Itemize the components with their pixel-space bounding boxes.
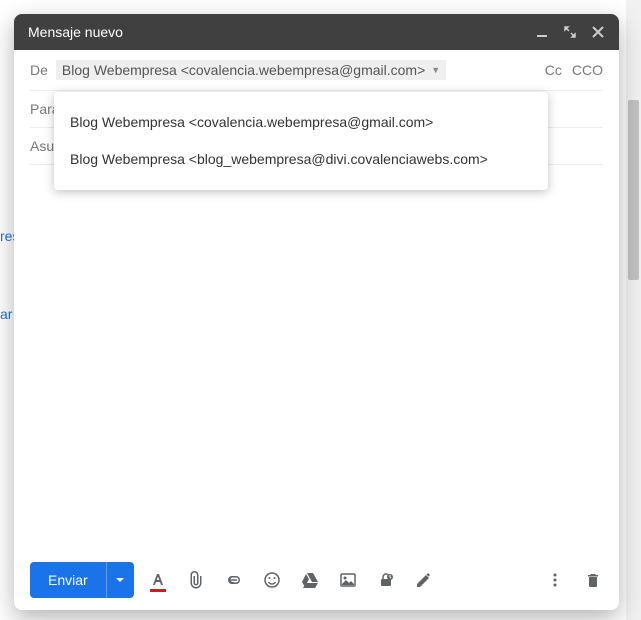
cc-button[interactable]: Cc [545,62,562,78]
message-body[interactable] [14,165,619,550]
more-options-icon[interactable] [545,570,565,590]
discard-icon[interactable] [583,570,603,590]
from-label: De [30,62,48,78]
cc-bcc-toggle: Cc CCO [545,62,603,78]
link-icon[interactable] [224,570,244,590]
from-select[interactable]: Blog Webempresa <covalencia.webempresa@g… [56,60,446,80]
close-icon[interactable] [591,25,605,39]
compose-window: Mensaje nuevo De Blog Webempresa <covale… [14,14,619,610]
from-option-2[interactable]: Blog Webempresa <blog_webempresa@divi.co… [54,141,548,178]
page-scrollbar[interactable] [626,0,641,620]
compose-footer: Enviar [14,550,619,610]
send-button-group: Enviar [30,562,134,598]
from-option-1[interactable]: Blog Webempresa <covalencia.webempresa@g… [54,104,548,141]
format-text-icon[interactable] [148,570,168,590]
pen-icon[interactable] [414,570,434,590]
compose-header: Mensaje nuevo [14,14,619,50]
window-controls [535,25,605,39]
from-row: De Blog Webempresa <covalencia.webempres… [30,50,603,91]
confidential-icon[interactable] [376,570,396,590]
drive-icon[interactable] [300,570,320,590]
send-button[interactable]: Enviar [30,562,106,598]
formatting-toolbar [148,570,434,590]
chevron-down-icon: ▼ [431,65,440,75]
send-more-button[interactable] [106,562,134,598]
minimize-icon[interactable] [535,25,549,39]
attach-icon[interactable] [186,570,206,590]
scrollbar-thumb[interactable] [628,100,639,280]
emoji-icon[interactable] [262,570,282,590]
from-value: Blog Webempresa <covalencia.webempresa@g… [62,62,425,78]
subject-label: Asu [30,138,54,154]
compose-title: Mensaje nuevo [28,24,123,40]
bcc-button[interactable]: CCO [572,62,603,78]
expand-icon[interactable] [563,25,577,39]
image-icon[interactable] [338,570,358,590]
footer-right [545,570,603,590]
from-dropdown: Blog Webempresa <covalencia.webempresa@g… [54,92,548,190]
